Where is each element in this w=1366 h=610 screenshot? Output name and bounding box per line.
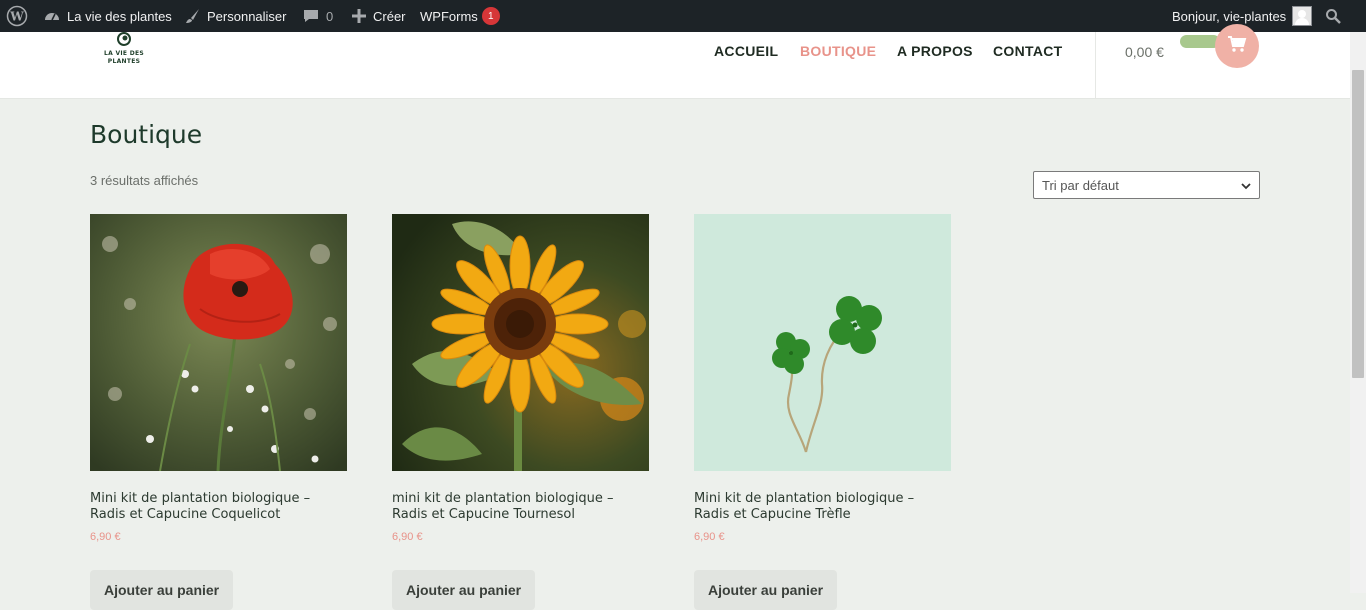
wpforms-link[interactable]: WPForms 1	[420, 0, 500, 32]
site-name-label: La vie des plantes	[67, 8, 172, 24]
result-count: 3 résultats affichés	[90, 173, 199, 188]
product-price: 6,90 €	[392, 531, 423, 543]
logo-text-line1: LA VIE DES	[103, 50, 145, 57]
wpforms-label: WPForms	[420, 8, 478, 24]
logo-leaf-icon	[116, 32, 132, 48]
product-price: 6,90 €	[90, 531, 121, 543]
wordpress-logo-button[interactable]: W	[6, 0, 28, 32]
add-to-cart-button[interactable]: Ajouter au panier	[90, 570, 234, 610]
cart-button[interactable]	[1215, 24, 1259, 68]
shopping-cart-icon	[1227, 35, 1247, 58]
chevron-down-icon	[1241, 178, 1251, 193]
comment-icon	[302, 8, 320, 24]
header-divider	[1095, 32, 1096, 98]
wordpress-icon: W	[6, 5, 28, 27]
dashboard-icon	[43, 7, 61, 25]
sort-selected-value: Tri par défaut	[1042, 177, 1119, 193]
product-title[interactable]: Mini kit de plantation biologique – Radi…	[694, 491, 952, 523]
nav-contact[interactable]: CONTACT	[993, 43, 1063, 59]
poppy-image	[90, 214, 347, 471]
plus-icon	[351, 8, 367, 24]
logo-text-line2: PLANTES	[107, 58, 141, 65]
page-scrollbar[interactable]	[1350, 32, 1366, 593]
comments-count: 0	[326, 8, 334, 24]
scrollbar-thumb[interactable]	[1352, 70, 1364, 378]
brush-icon	[185, 8, 201, 24]
nav-a-propos[interactable]: A PROPOS	[897, 43, 973, 59]
customize-link[interactable]: Personnaliser	[185, 0, 287, 32]
page-title: Boutique	[90, 120, 203, 149]
create-label: Créer	[373, 8, 406, 24]
cart-total[interactable]: 0,00 €	[1125, 44, 1164, 60]
add-to-cart-button[interactable]: Ajouter au panier	[694, 570, 838, 610]
product-title[interactable]: mini kit de plantation biologique – Radi…	[392, 491, 650, 523]
search-icon	[1325, 8, 1341, 24]
add-to-cart-button[interactable]: Ajouter au panier	[392, 570, 536, 610]
cart-count-pill	[1180, 35, 1220, 48]
product-card: Mini kit de plantation biologique – Radi…	[694, 214, 952, 610]
nav-boutique[interactable]: BOUTIQUE	[800, 43, 876, 59]
nav-accueil[interactable]: ACCUEIL	[714, 43, 778, 59]
sort-select[interactable]: Tri par défaut	[1033, 171, 1260, 199]
admin-bar: W La vie des plantes Personnaliser 0 Cré…	[0, 0, 1366, 32]
comments-link[interactable]: 0	[302, 0, 333, 32]
product-image-sunflower[interactable]	[392, 214, 650, 471]
create-new-link[interactable]: Créer	[351, 0, 406, 32]
admin-search-button[interactable]	[1325, 0, 1341, 32]
sunflower-image	[392, 214, 649, 471]
product-card: mini kit de plantation biologique – Radi…	[392, 214, 650, 610]
avatar	[1292, 6, 1313, 26]
site-name-link[interactable]: La vie des plantes	[43, 0, 172, 32]
product-image-poppy[interactable]	[90, 214, 348, 471]
product-title[interactable]: Mini kit de plantation biologique – Radi…	[90, 491, 348, 523]
customize-label: Personnaliser	[207, 8, 287, 24]
svg-text:W: W	[9, 10, 24, 24]
site-logo[interactable]: LA VIE DES PLANTES	[96, 32, 152, 72]
wpforms-notification-badge: 1	[481, 7, 500, 25]
site-header: LA VIE DES PLANTES ACCUEIL BOUTIQUE A PR…	[0, 24, 1350, 99]
product-card: Mini kit de plantation biologique – Radi…	[90, 214, 348, 610]
product-price: 6,90 €	[694, 531, 725, 543]
clover-image	[694, 214, 951, 471]
greeting-label: Bonjour, vie-plantes	[1172, 8, 1287, 24]
product-image-clover[interactable]	[694, 214, 952, 471]
